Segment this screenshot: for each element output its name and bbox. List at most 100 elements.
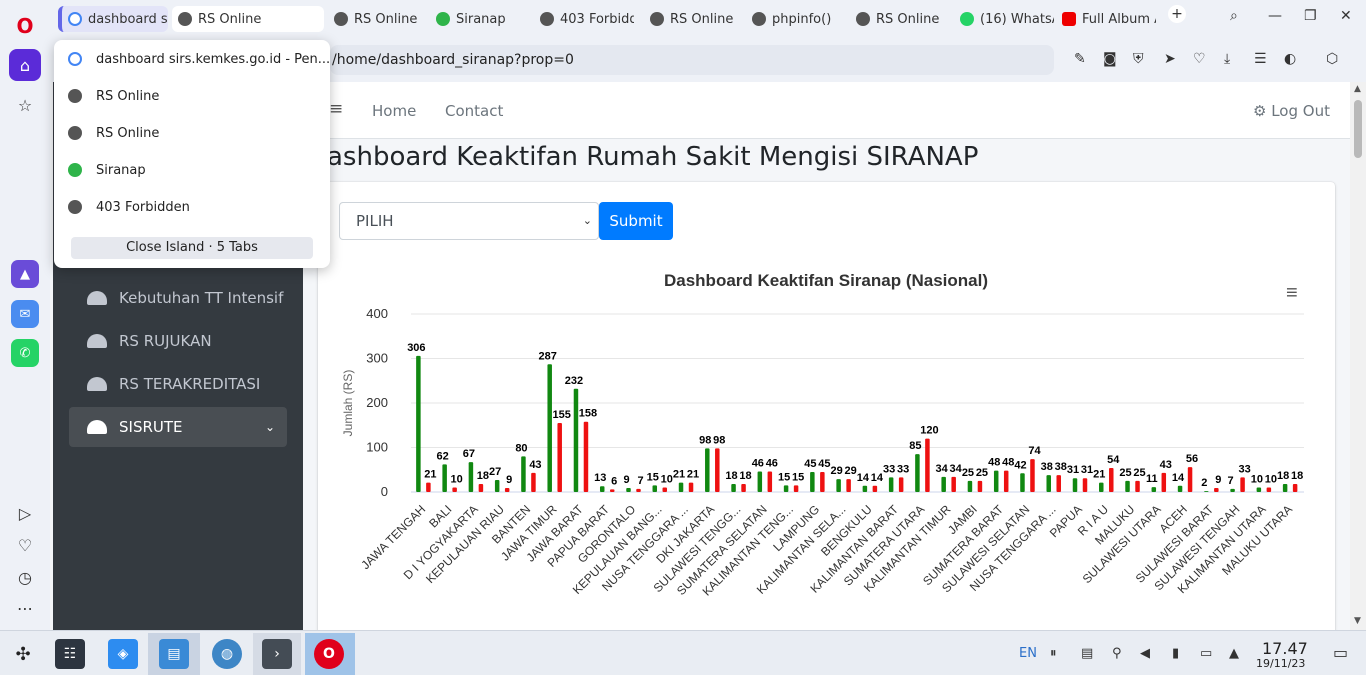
- submit-button[interactable]: Submit: [599, 202, 673, 240]
- adblock-icon[interactable]: ⛨: [1133, 51, 1144, 67]
- restore-icon[interactable]: ❐: [1304, 8, 1317, 24]
- network-icon[interactable]: ▭: [1200, 646, 1212, 661]
- nav-contact[interactable]: Contact: [445, 102, 503, 120]
- tray-expand-icon[interactable]: ▲: [1229, 646, 1239, 661]
- bar-updated: [1020, 473, 1025, 492]
- clock-date[interactable]: 19/11/23: [1256, 657, 1305, 670]
- settings-app-icon[interactable]: ☷: [55, 639, 85, 669]
- scroll-up-icon[interactable]: ▲: [1354, 84, 1361, 94]
- menu-item-kebutuhan-tt-intensif[interactable]: Kebutuhan TT Intensif: [69, 278, 287, 318]
- language-indicator[interactable]: EN: [1019, 646, 1037, 661]
- island-tab-item[interactable]: RS Online: [68, 121, 159, 145]
- media-icon[interactable]: ⏸: [1050, 646, 1057, 661]
- bar-not-updated: [688, 482, 694, 492]
- show-desktop-icon[interactable]: ▭: [1333, 643, 1348, 662]
- bar-updated: [494, 479, 500, 492]
- night-light-icon[interactable]: ⚲: [1112, 646, 1122, 661]
- heart-icon[interactable]: ♡: [1193, 51, 1206, 67]
- scroll-thumb[interactable]: [1354, 100, 1362, 158]
- tab-youtube[interactable]: Full Album A: [1056, 6, 1156, 32]
- nav-home[interactable]: Home: [372, 102, 416, 120]
- new-tab-icon[interactable]: +: [1168, 5, 1186, 23]
- chart-title: Dashboard Keaktifan Siranap (Nasional): [664, 271, 988, 290]
- tab-rs-online[interactable]: RS Online: [172, 6, 324, 32]
- tab-label: 403 Forbidd: [560, 11, 634, 27]
- dashboard-gauge-icon: [87, 334, 107, 348]
- player-icon[interactable]: ▷: [9, 497, 41, 529]
- data-label: 25: [962, 467, 974, 479]
- dashboard-gauge-icon: [87, 291, 107, 305]
- hamburger-icon[interactable]: ≡: [329, 99, 343, 119]
- send-icon[interactable]: ➤: [1164, 51, 1176, 67]
- island-tab-item[interactable]: Siranap: [68, 158, 146, 182]
- whatsapp-icon[interactable]: ✆: [11, 339, 39, 367]
- file-manager-icon[interactable]: ▤: [159, 639, 189, 669]
- province-select[interactable]: PILIH ⌄: [339, 202, 599, 240]
- url-field[interactable]: /home/dashboard_siranap?prop=0: [330, 45, 1054, 75]
- tab-403-forbidden[interactable]: 403 Forbidd: [534, 6, 634, 32]
- menu-item-sisrute[interactable]: SISRUTE ⌄: [69, 407, 287, 447]
- tab-label: RS Online: [876, 11, 940, 27]
- more-icon[interactable]: ⋯: [9, 592, 41, 624]
- messenger-icon[interactable]: ✉: [11, 300, 39, 328]
- bar-not-updated: [583, 421, 589, 492]
- bar-not-updated: [504, 487, 510, 492]
- close-icon[interactable]: ✕: [1340, 8, 1352, 24]
- top-navbar: ≡ Home Contact ⚙ Log Out: [303, 82, 1350, 139]
- bookmarks-icon[interactable]: ☆: [9, 89, 41, 121]
- camera-icon[interactable]: ◙: [1103, 51, 1117, 67]
- store-app-icon[interactable]: ◈: [108, 639, 138, 669]
- home-icon[interactable]: ⌂: [9, 49, 41, 81]
- bar-updated: [599, 486, 605, 492]
- island-tab-item[interactable]: 403 Forbidden: [68, 195, 190, 219]
- data-label: 15: [778, 471, 790, 483]
- opera-app-icon[interactable]: O: [314, 639, 344, 669]
- logout-link[interactable]: ⚙ Log Out: [1253, 102, 1330, 120]
- tab-rs-online[interactable]: RS Online: [644, 6, 744, 32]
- clock-time[interactable]: 17.47: [1262, 639, 1308, 658]
- aria-icon[interactable]: ▲: [11, 260, 39, 288]
- tab-label: dashboard s: [88, 11, 168, 27]
- island-tab-item[interactable]: dashboard sirs.kemkes.go.id - Pen...: [68, 47, 330, 71]
- data-label: 48: [988, 457, 1000, 469]
- history-icon[interactable]: ◷: [9, 561, 41, 593]
- minimize-icon[interactable]: —: [1268, 8, 1282, 24]
- tab-whatsapp[interactable]: (16) WhatsA: [954, 6, 1054, 32]
- chevron-down-icon: ⌄: [582, 214, 592, 227]
- heart-icon[interactable]: ♡: [9, 529, 41, 561]
- profile-icon[interactable]: ◐: [1284, 51, 1296, 67]
- easy-setup-icon[interactable]: ☰: [1254, 51, 1267, 67]
- edit-icon[interactable]: ✎: [1074, 51, 1086, 67]
- download-icon[interactable]: ⤓: [1224, 51, 1230, 67]
- tab-dashboard[interactable]: dashboard s: [58, 6, 168, 32]
- battery-icon[interactable]: ▮: [1172, 646, 1179, 661]
- terminal-icon[interactable]: ›: [262, 639, 292, 669]
- data-label: 18: [725, 470, 737, 482]
- bar-updated: [705, 448, 710, 492]
- bar-updated: [573, 388, 579, 492]
- bar-updated: [1046, 475, 1051, 492]
- page-scrollbar[interactable]: ▲ ▼: [1350, 82, 1366, 630]
- close-island-button[interactable]: Close Island · 5 Tabs: [71, 237, 313, 259]
- menu-item-rs-rujukan[interactable]: RS RUJUKAN: [69, 321, 287, 361]
- data-label: 10: [451, 474, 463, 486]
- tab-phpinfo[interactable]: phpinfo(): [746, 6, 846, 32]
- data-label: 74: [1028, 445, 1041, 457]
- menu-item-rs-terakreditasi[interactable]: RS TERAKREDITASI: [69, 364, 287, 404]
- volume-icon[interactable]: ◀: [1140, 646, 1150, 661]
- opera-logo-icon[interactable]: O: [9, 10, 41, 42]
- tab-siranap[interactable]: Siranap: [430, 6, 530, 32]
- web-browser-icon[interactable]: ◍: [212, 639, 242, 669]
- data-label: 48: [1002, 457, 1014, 469]
- extensions-icon[interactable]: ⬡: [1326, 51, 1338, 67]
- bar-not-updated: [1187, 467, 1193, 492]
- tab-rs-online[interactable]: RS Online: [850, 6, 950, 32]
- data-label: 31: [1067, 464, 1079, 476]
- bar-updated: [888, 477, 894, 492]
- tab-rs-online[interactable]: RS Online: [328, 6, 428, 32]
- clipboard-icon[interactable]: ▤: [1081, 646, 1093, 661]
- island-tab-item[interactable]: RS Online: [68, 84, 159, 108]
- scroll-down-icon[interactable]: ▼: [1354, 616, 1361, 626]
- search-icon[interactable]: ⌕: [1230, 8, 1238, 24]
- app-launcher-icon[interactable]: ✣: [8, 639, 38, 669]
